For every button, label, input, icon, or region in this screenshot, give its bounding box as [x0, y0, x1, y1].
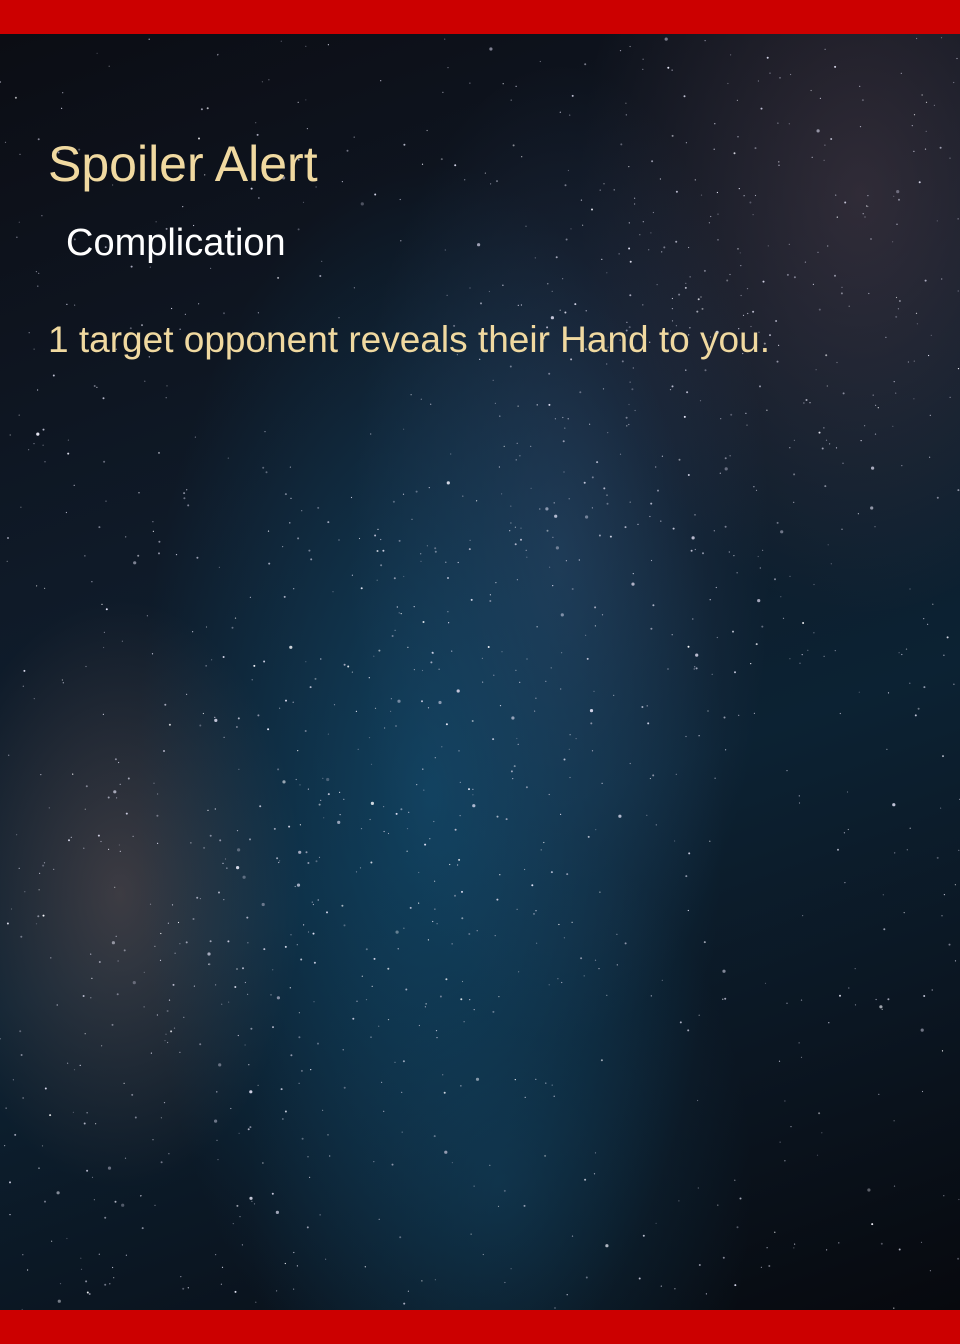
card-title: Spoiler Alert — [48, 136, 318, 192]
game-card[interactable]: Spoiler Alert Complication 1 target oppo… — [0, 0, 960, 1344]
card-type-line: Complication — [66, 222, 286, 264]
card-rules-text: 1 target opponent reveals their Hand to … — [48, 319, 770, 360]
card-bottom-border — [0, 1310, 960, 1344]
card-top-border — [0, 0, 960, 34]
